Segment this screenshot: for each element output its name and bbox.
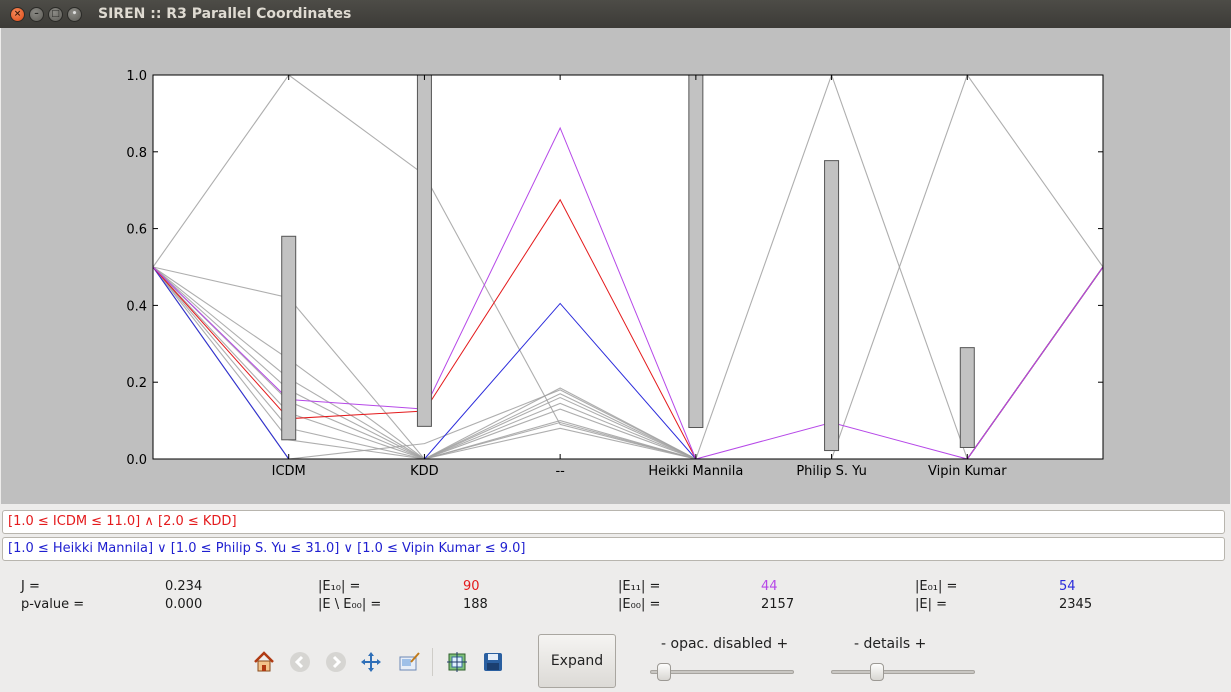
save-icon[interactable]	[480, 649, 506, 675]
details-slider-label: - details +	[854, 636, 927, 652]
window-menu-button[interactable]: •	[67, 6, 82, 22]
e10-value: 90	[463, 579, 480, 594]
axis-label: Heikki Mannila	[648, 464, 743, 479]
e01-label: |E₀₁| =	[915, 579, 958, 594]
selection-box-kdd[interactable]	[416, 74, 432, 427]
selection-box-heikki-mannila[interactable]	[688, 74, 704, 429]
configure-subplots-icon[interactable]	[444, 649, 470, 675]
back-icon[interactable]	[287, 649, 313, 675]
e-total-label: |E| =	[915, 597, 947, 612]
home-icon[interactable]	[251, 649, 277, 675]
e10-label: |E₁₀| =	[318, 579, 361, 594]
forward-icon[interactable]	[323, 649, 349, 675]
details-slider-groove	[831, 670, 975, 674]
axis-label: ICDM	[272, 464, 306, 479]
e-minus-e00-value: 188	[463, 597, 488, 612]
y-tick-label: 0.2	[126, 376, 147, 391]
y-tick-label: 0.6	[126, 223, 147, 238]
parallel-coordinates-chart[interactable]: 0.0 0.2 0.4 0.6 0.8 1.0 ICDM KDD -- Heikki Mannil…	[1, 28, 1230, 504]
axis-label: KDD	[410, 464, 439, 479]
selection-box-vipin-kumar[interactable]	[959, 347, 975, 448]
left-rule-field[interactable]: [1.0 ≤ ICDM ≤ 11.0] ∧ [2.0 ≤ KDD]	[2, 510, 1225, 534]
pan-icon[interactable]	[358, 649, 384, 675]
e-minus-e00-label: |E \ E₀₀| =	[318, 597, 382, 612]
details-slider[interactable]	[831, 662, 975, 682]
pvalue-label: p-value =	[21, 597, 85, 612]
j-label: J =	[21, 579, 40, 594]
axis-label: Philip S. Yu	[796, 464, 867, 479]
maximize-window-button[interactable]: □	[48, 6, 63, 22]
right-rule-field[interactable]: [1.0 ≤ Heikki Mannila] ∨ [1.0 ≤ Philip S…	[2, 537, 1225, 561]
close-window-button[interactable]: ×	[10, 6, 25, 22]
y-tick-label: 0.8	[126, 146, 147, 161]
opacity-slider-label: - opac. disabled +	[661, 636, 789, 652]
j-value: 0.234	[165, 579, 203, 594]
e11-label: |E₁₁| =	[618, 579, 661, 594]
pvalue-value: 0.000	[165, 597, 203, 612]
y-tick-label: 0.4	[126, 299, 147, 314]
selection-box-icdm[interactable]	[281, 235, 297, 441]
opacity-slider-groove	[650, 670, 794, 674]
details-slider-handle[interactable]	[870, 663, 884, 681]
minimize-window-button[interactable]: –	[29, 6, 44, 22]
window-title: SIREN :: R3 Parallel Coordinates	[98, 6, 352, 22]
e01-value: 54	[1059, 579, 1076, 594]
zoom-icon[interactable]	[396, 649, 422, 675]
y-tick-label: 0.0	[126, 453, 147, 468]
e-total-value: 2345	[1059, 597, 1093, 612]
toolbar-separator	[432, 648, 433, 676]
axis-label: --	[555, 464, 565, 479]
plot-canvas[interactable]: 0.0 0.2 0.4 0.6 0.8 1.0 ICDM KDD -- Heikki Mannil…	[1, 28, 1230, 504]
opacity-slider-handle[interactable]	[657, 663, 671, 681]
expand-button[interactable]: Expand	[538, 634, 616, 688]
selection-box-philip-s-yu[interactable]	[824, 160, 840, 452]
y-tick-label: 1.0	[126, 69, 147, 84]
e00-value: 2157	[761, 597, 795, 612]
title-bar: × – □ • SIREN :: R3 Parallel Coordinates	[0, 0, 1231, 28]
e11-value: 44	[761, 579, 778, 594]
opacity-slider[interactable]	[650, 662, 794, 682]
axis-label: Vipin Kumar	[928, 464, 1007, 479]
e00-label: |E₀₀| =	[618, 597, 661, 612]
